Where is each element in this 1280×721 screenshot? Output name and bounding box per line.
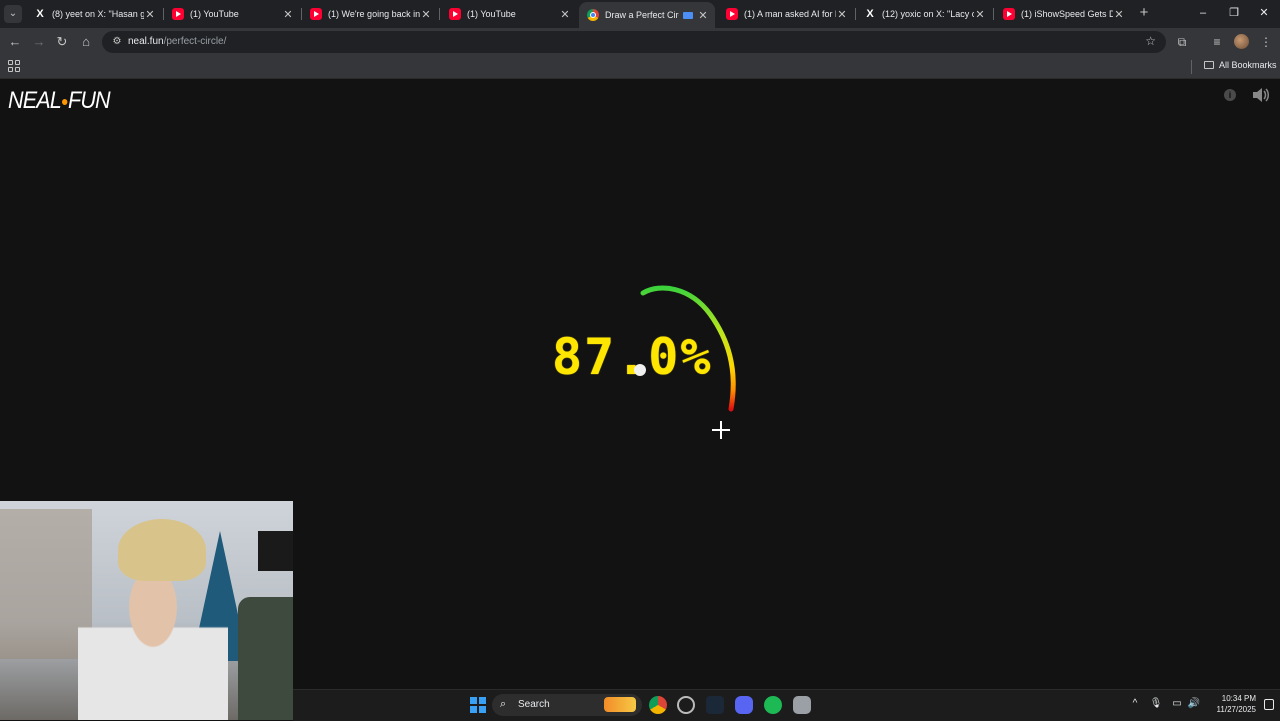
chrome-icon	[587, 9, 599, 21]
info-icon[interactable]: i	[1224, 89, 1236, 101]
clock-time: 10:34 PM	[1221, 694, 1256, 703]
tab-search-button[interactable]: ⌄	[4, 5, 22, 23]
bookmarks-divider	[1191, 60, 1192, 74]
circle-center-dot	[634, 364, 646, 376]
tab-strip: ⌄ X (8) yeet on X: "Hasan goe ✕ (1) YouT…	[0, 0, 1280, 28]
close-icon[interactable]: ✕	[697, 9, 709, 22]
extensions-icon[interactable]: ⧉	[1174, 34, 1190, 50]
chrome-taskbar-icon[interactable]	[649, 696, 667, 714]
logo-text-right: FUN	[68, 87, 111, 114]
url-host: neal.fun	[128, 36, 164, 47]
logo-text-left: NEAL	[8, 87, 62, 114]
tab-4[interactable]: Draw a Perfect Circle ✕	[579, 2, 715, 28]
close-icon[interactable]: ✕	[836, 8, 848, 21]
windows-start-icon[interactable]	[470, 697, 486, 713]
neal-fun-logo[interactable]: NEAL FUN	[8, 87, 111, 115]
close-icon[interactable]: ✕	[282, 8, 294, 21]
close-icon[interactable]: ✕	[974, 8, 986, 21]
forward-arrow-icon[interactable]: →	[31, 34, 47, 50]
network-icon[interactable]: ▭	[1170, 698, 1184, 709]
url-text[interactable]: neal.fun/perfect-circle/	[128, 36, 226, 47]
all-bookmarks-label: All Bookmarks	[1219, 60, 1277, 70]
close-icon[interactable]: ✕	[144, 8, 156, 21]
clock-date: 11/27/2025	[1216, 705, 1256, 714]
tray-chevron-icon[interactable]: ^	[1128, 698, 1142, 709]
tab-title: (1) We're going back in ti	[328, 9, 420, 19]
tab-1[interactable]: (1) YouTube ✕	[164, 2, 300, 26]
discord-taskbar-icon[interactable]	[735, 696, 753, 714]
menu-kebab-icon[interactable]: ⋮	[1258, 34, 1274, 50]
youtube-icon	[726, 8, 738, 20]
taskbar-clock[interactable]: 10:34 PM 11/27/2025	[1210, 693, 1256, 715]
crosshair-cursor-icon	[712, 421, 730, 439]
bookmark-star-icon[interactable]: ☆	[1145, 34, 1156, 48]
tab-title: (12) yoxic on X: "Lacy cra	[882, 9, 974, 19]
x-icon: X	[36, 8, 44, 20]
notification-icon[interactable]	[1264, 699, 1274, 710]
obs-taskbar-icon[interactable]	[677, 696, 695, 714]
apps-grid-icon[interactable]	[8, 60, 20, 72]
tab-0[interactable]: X (8) yeet on X: "Hasan goe ✕	[26, 2, 162, 26]
tab-3[interactable]: (1) YouTube ✕	[441, 2, 577, 26]
tab-title: (8) yeet on X: "Hasan goe	[52, 9, 144, 19]
youtube-icon	[172, 8, 184, 20]
tab-5[interactable]: (1) A man asked AI for he ✕	[718, 2, 854, 26]
site-info-icon[interactable]: ⚙	[110, 35, 124, 49]
media-playing-icon	[683, 11, 693, 19]
tab-title: (1) A man asked AI for he	[744, 9, 836, 19]
close-icon[interactable]: ✕	[420, 8, 432, 21]
spotify-taskbar-icon[interactable]	[764, 696, 782, 714]
tab-divider	[439, 8, 440, 20]
tab-7[interactable]: (1) iShowSpeed Gets Dox ✕	[995, 2, 1131, 26]
close-icon[interactable]: ✕	[559, 8, 571, 21]
youtube-icon	[449, 8, 461, 20]
tab-title: (1) YouTube	[467, 9, 516, 19]
reload-icon[interactable]: ↻	[54, 34, 70, 50]
tab-2[interactable]: (1) We're going back in ti ✕	[302, 2, 438, 26]
settings-taskbar-icon[interactable]	[793, 696, 811, 714]
tab-title: (1) iShowSpeed Gets Dox	[1021, 9, 1113, 19]
browser-toolbar: ← → ↻ ⌂ ⚙ neal.fun/perfect-circle/ ☆ ⧉ ≡…	[0, 28, 1280, 56]
folder-icon	[1204, 61, 1214, 69]
bookmarks-bar: All Bookmarks	[0, 56, 1280, 79]
search-highlight-art	[604, 697, 636, 712]
minimize-icon[interactable]: –	[1196, 6, 1210, 20]
tab-divider	[993, 8, 994, 20]
tab-title: (1) YouTube	[190, 9, 239, 19]
sound-icon[interactable]	[1252, 87, 1270, 103]
youtube-icon	[310, 8, 322, 20]
taskbar-search-label: Search	[518, 699, 550, 710]
tab-title: Draw a Perfect Circle	[605, 10, 679, 20]
url-path: /perfect-circle/	[163, 36, 227, 47]
webcam-chair	[238, 597, 293, 720]
circle-score: 87.0%	[552, 328, 713, 386]
webcam-person-hair	[118, 519, 206, 581]
new-tab-button[interactable]: +	[1137, 5, 1151, 21]
x-icon: X	[866, 8, 874, 20]
windows-taskbar: ⌕ Search ^ 🎙 ▭ 🔊 10:34 PM 11/27/2025	[293, 689, 1280, 721]
microphone-icon[interactable]: 🎙	[1149, 698, 1163, 709]
search-icon: ⌕	[500, 698, 507, 710]
steam-taskbar-icon[interactable]	[706, 696, 724, 714]
all-bookmarks-button[interactable]: All Bookmarks	[1204, 60, 1277, 70]
youtube-icon	[1003, 8, 1015, 20]
back-arrow-icon[interactable]: ←	[7, 34, 23, 50]
close-icon[interactable]: ✕	[1113, 8, 1125, 21]
address-bar[interactable]: ⚙ neal.fun/perfect-circle/ ☆	[102, 31, 1166, 53]
profile-avatar[interactable]	[1234, 34, 1249, 49]
volume-icon[interactable]: 🔊	[1187, 698, 1201, 709]
media-controls-icon[interactable]: ≡	[1209, 34, 1225, 50]
webcam-tv	[258, 531, 293, 571]
window-close-icon[interactable]: ✕	[1257, 6, 1271, 20]
restore-icon[interactable]: ❐	[1227, 6, 1241, 20]
webcam-overlay	[0, 501, 293, 720]
taskbar-search-box[interactable]: ⌕ Search	[492, 694, 642, 716]
home-icon[interactable]: ⌂	[78, 34, 94, 50]
tab-6[interactable]: X (12) yoxic on X: "Lacy cra ✕	[856, 2, 992, 26]
logo-dot	[61, 98, 68, 105]
